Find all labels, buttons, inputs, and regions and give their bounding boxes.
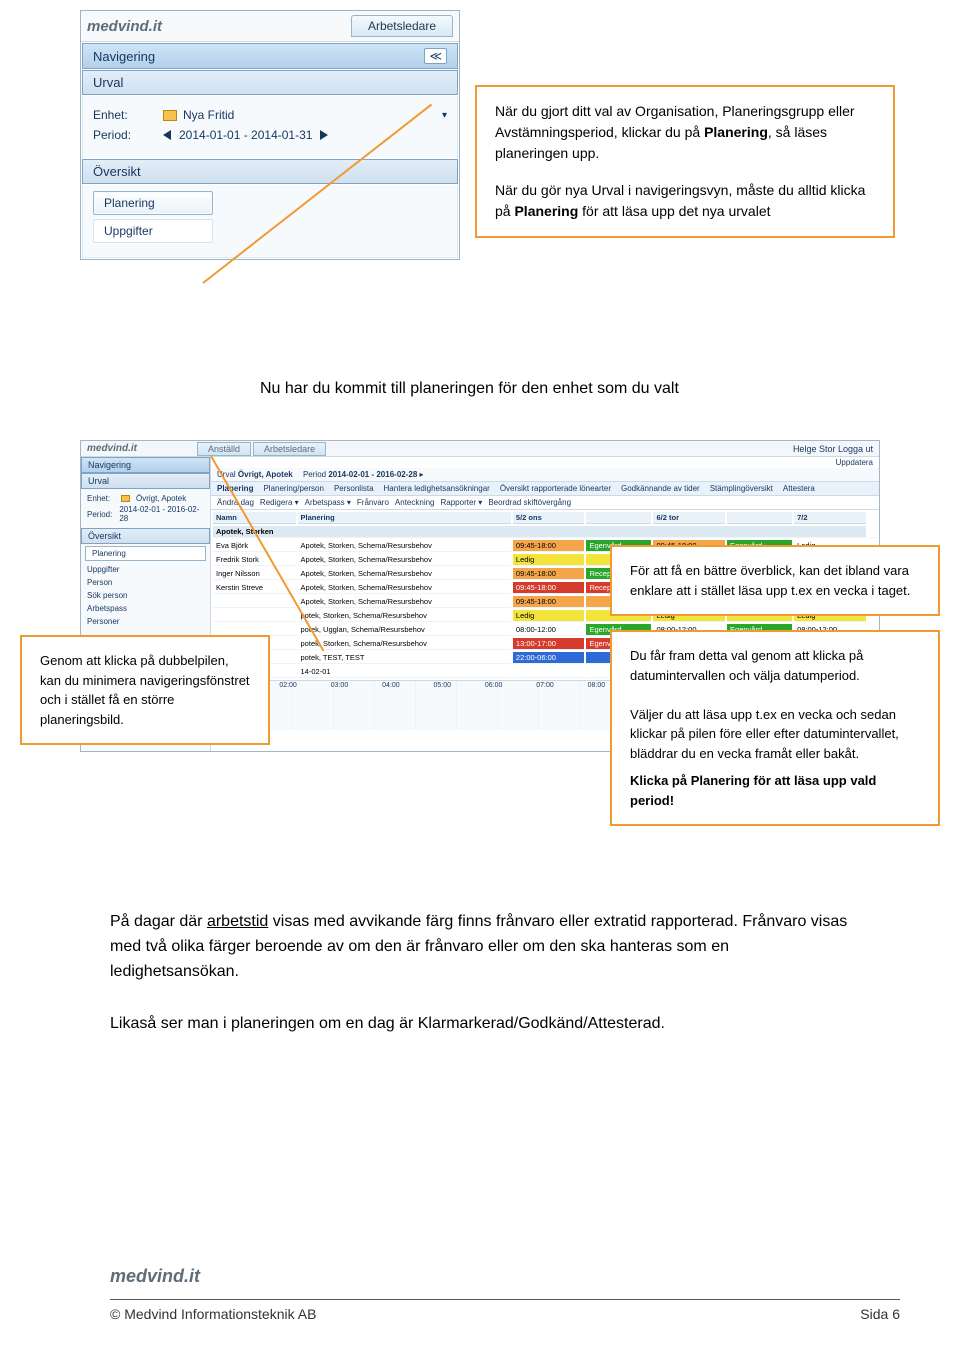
overview-item-planering[interactable]: Planering [93,191,213,215]
enhet-row[interactable]: Enhet: Nya Fritid ▾ [93,108,447,122]
role-tab[interactable]: Arbetsledare [351,15,453,37]
sb-section-urval[interactable]: Urval [81,473,210,489]
menu-item[interactable]: Redigera ▾ [260,498,299,507]
chevron-down-icon[interactable]: ▾ [442,110,447,121]
sidebar-item[interactable]: Arbetspass [81,602,210,615]
nav-header: medvind.it Arbetsledare [81,11,459,42]
tab-item[interactable]: Planering/person [263,484,323,493]
body-text: På dagar där arbetstid visas med avvikan… [110,910,850,1065]
sidebar-item[interactable]: Personer [81,615,210,628]
shot2-titlebar: medvind.it Anställd Arbetsledare Helge S… [81,441,879,457]
callout-planering: När du gjort ditt val av Organisation, P… [475,85,895,238]
footer-page: Sida 6 [860,1306,900,1322]
folder-icon [121,495,130,502]
tabs-row: Planering Planering/person Personlista Hant… [211,482,879,496]
nav-section-label: Urval [93,75,123,90]
brand-logo: medvind.it [87,18,162,35]
update-link[interactable]: Uppdatera [836,458,873,467]
menu-item[interactable]: Anteckning [395,498,435,507]
tab-item[interactable]: Planering [217,484,253,493]
footer-brand: medvind.it [110,1266,900,1287]
role-tab-anstalld[interactable]: Anställd [197,442,251,456]
callout-paragraph: När du gör nya Urval i navigeringsvyn, m… [495,180,875,222]
period-value[interactable]: 2014-01-01 - 2014-01-31 [179,128,312,142]
callout-paragraph: När du gjort ditt val av Organisation, P… [495,101,875,164]
sidebar-item[interactable]: Planering [85,546,206,561]
nav-section-urval[interactable]: Urval [82,70,458,95]
menu-item[interactable]: Arbetspass ▾ [305,498,351,507]
callout-datum: Du får fram detta val genom att klicka p… [610,630,940,826]
sb-urval-body: Enhet:Övrigt, Apotek Period:2014-02-01 -… [81,489,210,528]
period-next-icon[interactable] [320,130,328,140]
nav-section-label: Översikt [93,164,141,179]
user-logout[interactable]: Helge Stor Logga ut [793,444,873,454]
table-row[interactable]: Apotek, Storken [213,526,877,538]
folder-icon [163,110,177,121]
collapse-icon[interactable]: ≪ [424,48,447,64]
sb-section-nav[interactable]: Navigering [81,457,210,473]
callout-bold-end: Klicka på Planering för att läsa upp val… [630,771,920,810]
tab-item[interactable]: Attestera [783,484,815,493]
nav-section-navigering[interactable]: Navigering ≪ [82,43,458,69]
overview-body: Planering Uppgifter [82,185,458,258]
tab-item[interactable]: Hantera ledighetsansökningar [384,484,490,493]
section-heading: Nu har du kommit till planeringen för de… [260,380,860,398]
footer-copyright: © Medvind Informationsteknik AB [110,1306,316,1322]
callout-overblick: För att få en bättre överblick, kan det … [610,545,940,616]
sidebar-item[interactable]: Person [81,576,210,589]
enhet-label: Enhet: [93,108,163,122]
enhet-value: Nya Fritid [183,108,234,122]
ribbon: Urval Övrigt, Apotek Period 2014-02-01 -… [211,468,879,482]
sb-section-overview[interactable]: Översikt [81,528,210,544]
nav-section-overview[interactable]: Översikt [82,159,458,184]
brand-logo: medvind.it [87,443,137,454]
nav-section-label: Navigering [93,49,155,64]
menu-item[interactable]: Rapporter ▾ [441,498,483,507]
sidebar-item[interactable]: Uppgifter [81,563,210,576]
callout-dubbelpil: Genom att klicka på dubbelpilen, kan du … [20,635,270,745]
period-label: Period: [93,128,163,142]
menu-row: Ändra dagRedigera ▾Arbetspass ▾FrånvaroA… [211,496,879,510]
nav-panel: medvind.it Arbetsledare Navigering ≪ Urv… [80,10,460,260]
tab-item[interactable]: Personlista [334,484,374,493]
role-tab-arbetsledare[interactable]: Arbetsledare [253,442,326,456]
menu-item[interactable]: Beordrad skiftövergång [488,498,571,507]
period-prev-icon[interactable] [163,130,171,140]
tab-item[interactable]: Stämplingöversikt [710,484,773,493]
overview-item-uppgifter[interactable]: Uppgifter [93,219,213,243]
tab-item[interactable]: Översikt rapporterade lönearter [500,484,611,493]
tab-item[interactable]: Godkännande av tider [621,484,700,493]
sidebar-item[interactable]: Sök person [81,589,210,602]
menu-item[interactable]: Frånvaro [357,498,389,507]
page-footer: medvind.it © Medvind Informationsteknik … [110,1266,900,1322]
